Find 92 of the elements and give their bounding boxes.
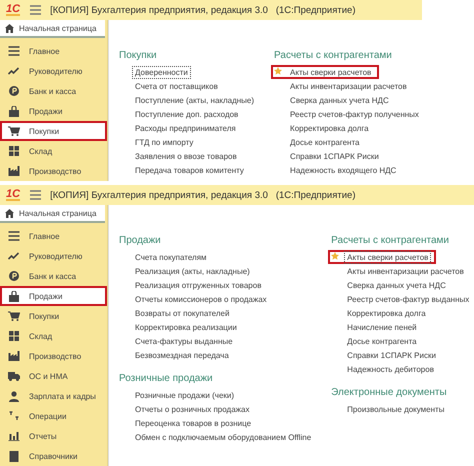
menu-icon [8, 231, 20, 241]
bar-chart-icon [8, 431, 20, 441]
nav-link[interactable]: Акты инвентаризации расчетов [287, 80, 410, 92]
sidebar-item[interactable]: Операции [0, 406, 107, 426]
sidebar-item[interactable]: Банк и касса [0, 266, 107, 286]
app-logo: 1С [6, 4, 20, 16]
home-icon [5, 24, 14, 32]
factory-icon [8, 351, 20, 361]
nav-link[interactable]: Поступление доп. расходов [132, 108, 242, 120]
section-heading: Продажи [119, 235, 162, 246]
nav-link[interactable]: Розничные продажи (чеки) [132, 388, 238, 402]
home-tab[interactable]: Начальная страница [0, 20, 105, 38]
sidebar-item[interactable]: Банк и касса [0, 81, 107, 101]
section-heading: Розничные продажи [119, 373, 214, 384]
cart-icon [8, 126, 20, 136]
nav-link[interactable]: Безвозмездная передача [132, 348, 232, 362]
nav-link[interactable]: Надежность входящего НДС [287, 164, 400, 176]
sidebar-item[interactable]: ОС и НМА [0, 366, 107, 386]
menu-icon[interactable] [30, 190, 41, 200]
nav-link[interactable]: Реализация (акты, накладные) [132, 264, 253, 278]
menu-icon[interactable] [30, 5, 41, 15]
sidebar-item[interactable]: Главное [0, 226, 107, 246]
home-icon [5, 208, 14, 218]
sidebar-item[interactable]: Продажи [0, 286, 107, 306]
nav-link[interactable]: Реализация отгруженных товаров [132, 278, 264, 292]
nav-link[interactable]: Сверка данных учета НДС [344, 278, 449, 292]
nav-link[interactable]: Заявления о ввозе товаров [132, 150, 240, 162]
nav-link[interactable]: Корректировка реализации [132, 320, 240, 334]
sidebar-item[interactable]: Склад [0, 141, 107, 161]
operations-icon [8, 411, 20, 421]
coin-icon [8, 271, 20, 281]
sidebar-item[interactable]: Продажи [0, 101, 107, 121]
sidebar-item[interactable]: Покупки [0, 121, 107, 141]
section-heading: Электронные документы [331, 387, 448, 398]
nav-link[interactable]: Доверенности [132, 66, 191, 78]
nav-link[interactable]: Начисление пеней [344, 320, 420, 334]
bag-icon [8, 290, 20, 302]
sidebar-item[interactable]: Производство [0, 161, 107, 181]
nav-link[interactable]: Отчеты о розничных продажах [132, 402, 252, 416]
nav-link[interactable]: Акты сверки расчетов [287, 66, 374, 78]
nav-link[interactable]: Акты сверки расчетов [344, 250, 432, 264]
nav-link[interactable]: Корректировка долга [344, 306, 429, 320]
sidebar-item[interactable]: Главное [0, 41, 107, 61]
sidebar-item[interactable]: Производство [0, 346, 107, 366]
nav-link[interactable]: Реестр счетов-фактур выданных [344, 292, 472, 306]
trend-icon [8, 67, 20, 75]
grid-icon [8, 331, 20, 341]
book-icon [8, 450, 20, 462]
nav-link[interactable]: Передача товаров комитенту [132, 164, 247, 176]
home-tab[interactable]: Начальная страница [0, 205, 105, 223]
factory-icon [8, 166, 20, 176]
nav-link[interactable]: Счета-фактуры выданные [132, 334, 236, 348]
nav-link[interactable]: Акты инвентаризации расчетов [344, 264, 467, 278]
sidebar-item[interactable]: Руководителю [0, 246, 107, 266]
section-heading: Расчеты с контрагентами [331, 235, 450, 246]
window-title: [КОПИЯ] Бухгалтерия предприятия, редакция 3.0 (1С:Предприятие) [50, 4, 356, 16]
sidebar-item[interactable]: Зарплата и кадры [0, 386, 107, 406]
nav-link[interactable]: Счета покупателям [132, 250, 210, 264]
nav-link[interactable]: Расходы предпринимателя [132, 122, 239, 134]
nav-link[interactable]: Сверка данных учета НДС [287, 94, 392, 106]
person-icon [8, 390, 20, 402]
nav-link[interactable]: Справки 1СПАРК Риски [344, 348, 439, 362]
section-heading: Покупки [119, 50, 158, 61]
sidebar-item[interactable]: Покупки [0, 306, 107, 326]
app-logo: 1С [6, 189, 20, 201]
sidebar-item[interactable]: Склад [0, 326, 107, 346]
window-title: [КОПИЯ] Бухгалтерия предприятия, редакция 3.0 (1С:Предприятие) [50, 190, 356, 200]
nav-link[interactable]: Досье контрагента [344, 334, 420, 348]
trend-icon [8, 252, 20, 260]
sidebar-item[interactable]: Отчеты [0, 426, 107, 446]
nav-link[interactable]: ГТД по импорту [132, 136, 196, 148]
nav-link[interactable]: Справки 1СПАРК Риски [287, 150, 382, 162]
nav-link[interactable]: Корректировка долга [287, 122, 372, 134]
section-heading: Расчеты с контрагентами [274, 50, 393, 61]
menu-icon [8, 46, 20, 56]
sidebar-item[interactable]: Руководителю [0, 61, 107, 81]
nav-link[interactable]: Обмен с подключаемым оборудованием Offline [132, 430, 314, 444]
cart-icon [8, 311, 20, 321]
nav-link[interactable]: Переоценка товаров в рознице [132, 416, 254, 430]
nav-link[interactable]: Досье контрагента [287, 136, 362, 148]
nav-link[interactable]: Возвраты от покупателей [132, 306, 232, 320]
nav-link[interactable]: Надежность дебиторов [344, 362, 437, 376]
nav-link[interactable]: Отчеты комиссионеров о продажах [132, 292, 270, 306]
truck-icon [8, 372, 20, 380]
nav-link[interactable]: Реестр счетов-фактур полученных [287, 108, 422, 120]
bag-icon [8, 106, 20, 116]
sidebar-item[interactable]: Справочники [0, 446, 107, 466]
coin-icon [8, 86, 20, 96]
nav-link[interactable]: Счета от поставщиков [132, 80, 221, 92]
nav-link[interactable]: Поступление (акты, накладные) [132, 94, 258, 106]
nav-link[interactable]: Произвольные документы [344, 402, 448, 416]
grid-icon [8, 146, 20, 156]
